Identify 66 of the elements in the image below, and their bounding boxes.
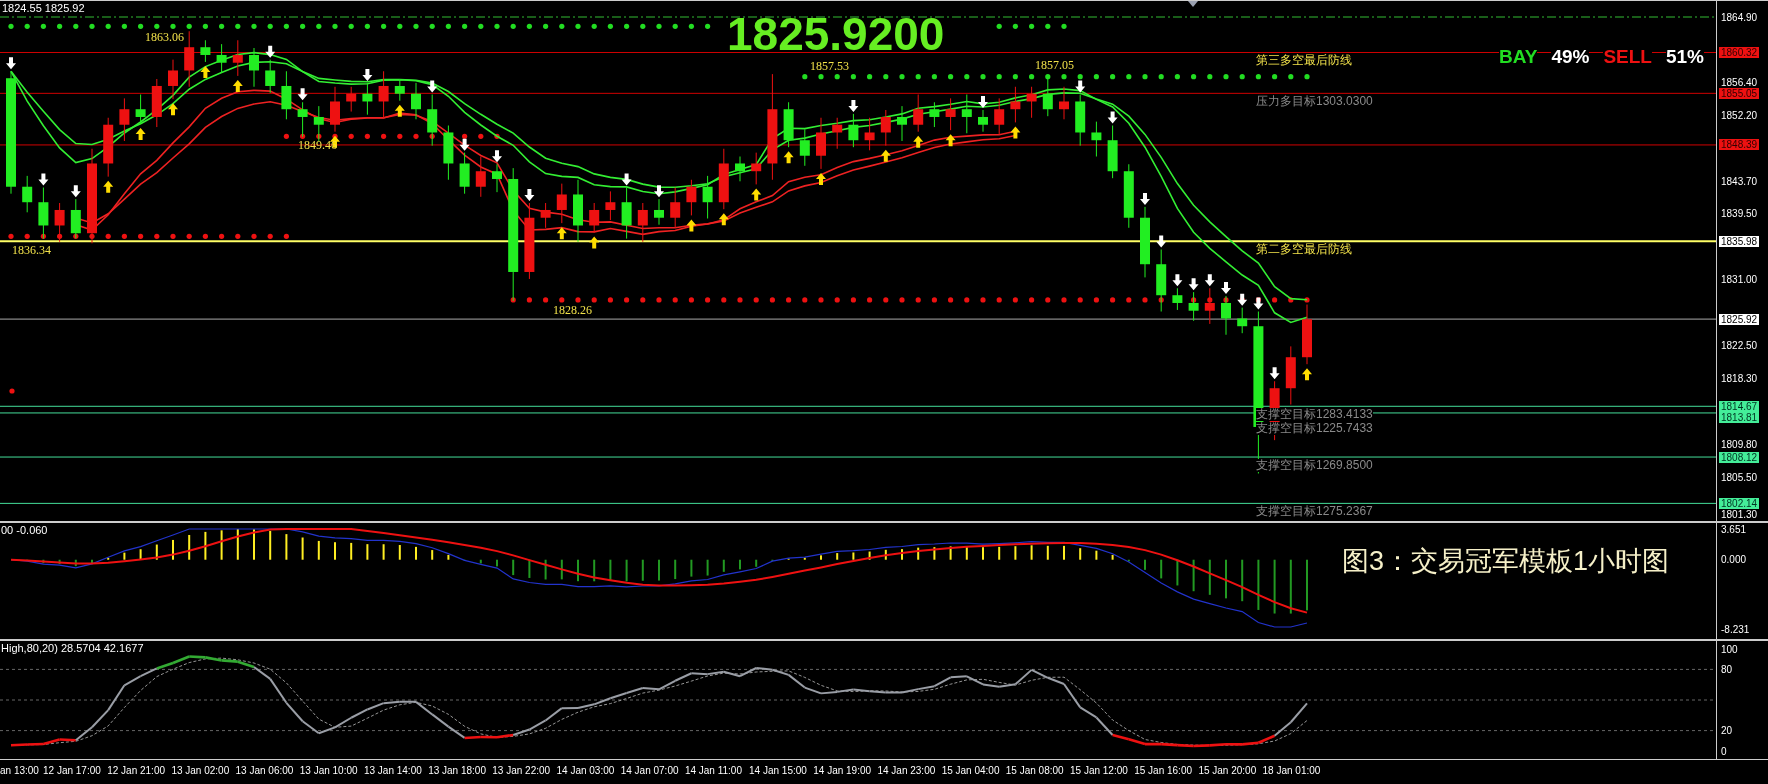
- price-level-tag: 1802.14: [1719, 497, 1760, 509]
- indicator-axis-label: 100: [1721, 643, 1738, 655]
- level-note: 第二多空最后防线: [1256, 243, 1352, 257]
- price-tick-label: 1864.90: [1720, 11, 1759, 23]
- time-axis-label: 15 Jan 20:00: [1198, 765, 1258, 776]
- time-axis-label: 15 Jan 12:00: [1070, 765, 1129, 776]
- time-axis-label: 14 Jan 03:00: [556, 765, 616, 776]
- time-axis-label: 13 Jan 02:00: [171, 765, 231, 776]
- time-axis-label: 14 Jan 11:00: [684, 765, 743, 776]
- indicator-axis-label: 0.000: [1721, 554, 1747, 566]
- time-axis-label: an 13:00: [0, 765, 40, 776]
- swing-price-label: 1849.46: [298, 139, 337, 152]
- time-axis-label: 12 Jan 21:00: [107, 765, 166, 776]
- price-tick-label: 1831.00: [1720, 274, 1759, 286]
- indicator-axis-label: 0: [1721, 745, 1727, 757]
- time-axis-label: 12 Jan 17:00: [43, 765, 102, 776]
- swing-price-label: 1836.34: [12, 244, 51, 257]
- time-axis-label: 13 Jan 06:00: [235, 765, 295, 776]
- time-axis-label: 14 Jan 15:00: [749, 765, 808, 776]
- price-tick-label: 1809.80: [1720, 438, 1759, 450]
- quote-text: 1824.55 1825.92: [2, 2, 85, 14]
- price-level-tag: 1825.92: [1719, 313, 1760, 325]
- time-axis-label: 14 Jan 19:00: [813, 765, 873, 776]
- price-tick-label: 1856.40: [1720, 77, 1759, 89]
- swing-price-label: 1857.53: [810, 60, 849, 73]
- level-note: 支撑空目标1225.7433: [1256, 422, 1373, 436]
- time-axis-label: 13 Jan 18:00: [428, 765, 487, 776]
- indicator-label: High,80,20) 28.5704 42.1677: [1, 642, 144, 654]
- price-level-tag: 1848.39: [1719, 139, 1760, 151]
- indicator-axis-label: 3.651: [1721, 523, 1747, 535]
- time-axis-label: 14 Jan 07:00: [620, 765, 680, 776]
- price-level-tag: 1835.98: [1719, 235, 1760, 247]
- indicator-label: 00 -0.060: [1, 524, 48, 536]
- time-axis-label: 18 Jan 01:00: [1262, 765, 1322, 776]
- level-note: 支撑空目标1283.4133: [1256, 408, 1373, 422]
- indicator-axis-label: 20: [1721, 725, 1733, 737]
- level-note: 压力多目标1303.0300: [1256, 95, 1373, 109]
- price-level-tag: 1814.67: [1719, 400, 1760, 412]
- time-axis-label: 15 Jan 04:00: [941, 765, 1001, 776]
- swing-price-label: 1857.05: [1035, 59, 1074, 72]
- time-axis-label: 13 Jan 22:00: [492, 765, 552, 776]
- time-axis-label: 13 Jan 14:00: [363, 765, 423, 776]
- level-note: 支撑空目标1269.8500: [1256, 459, 1373, 473]
- price-level-tag: 1855.05: [1719, 88, 1760, 100]
- price-tick-label: 1801.30: [1720, 508, 1759, 520]
- level-note: 支撑空目标1275.2367: [1256, 505, 1373, 519]
- price-level-tag: 1813.81: [1719, 411, 1760, 423]
- chart-caption: 图3：交易冠军模板1小时图: [1342, 545, 1670, 577]
- price-tick-label: 1818.30: [1720, 372, 1759, 384]
- price-tick-label: 1822.50: [1720, 340, 1759, 352]
- price-tick-label: 1839.50: [1720, 208, 1759, 220]
- time-axis-label: 13 Jan 10:00: [299, 765, 359, 776]
- price-tick-label: 1852.20: [1720, 109, 1759, 121]
- time-axis-label: 15 Jan 16:00: [1134, 765, 1193, 776]
- price-level-tag: 1808.12: [1719, 451, 1760, 463]
- time-axis-label: 14 Jan 23:00: [877, 765, 937, 776]
- level-note: 第三多空最后防线: [1256, 54, 1352, 68]
- price-title: 1825.9200: [727, 9, 945, 59]
- price-tick-label: 1843.70: [1720, 175, 1759, 187]
- time-axis-label: 15 Jan 08:00: [1005, 765, 1065, 776]
- price-tick-label: 1805.50: [1720, 471, 1759, 483]
- price-level-tag: 1860.32: [1719, 47, 1760, 58]
- indicator-axis-label: 80: [1721, 663, 1733, 675]
- indicator-axis-label: -8.231: [1721, 623, 1750, 635]
- swing-price-label: 1863.06: [145, 31, 184, 44]
- swing-price-label: 1828.26: [553, 304, 592, 317]
